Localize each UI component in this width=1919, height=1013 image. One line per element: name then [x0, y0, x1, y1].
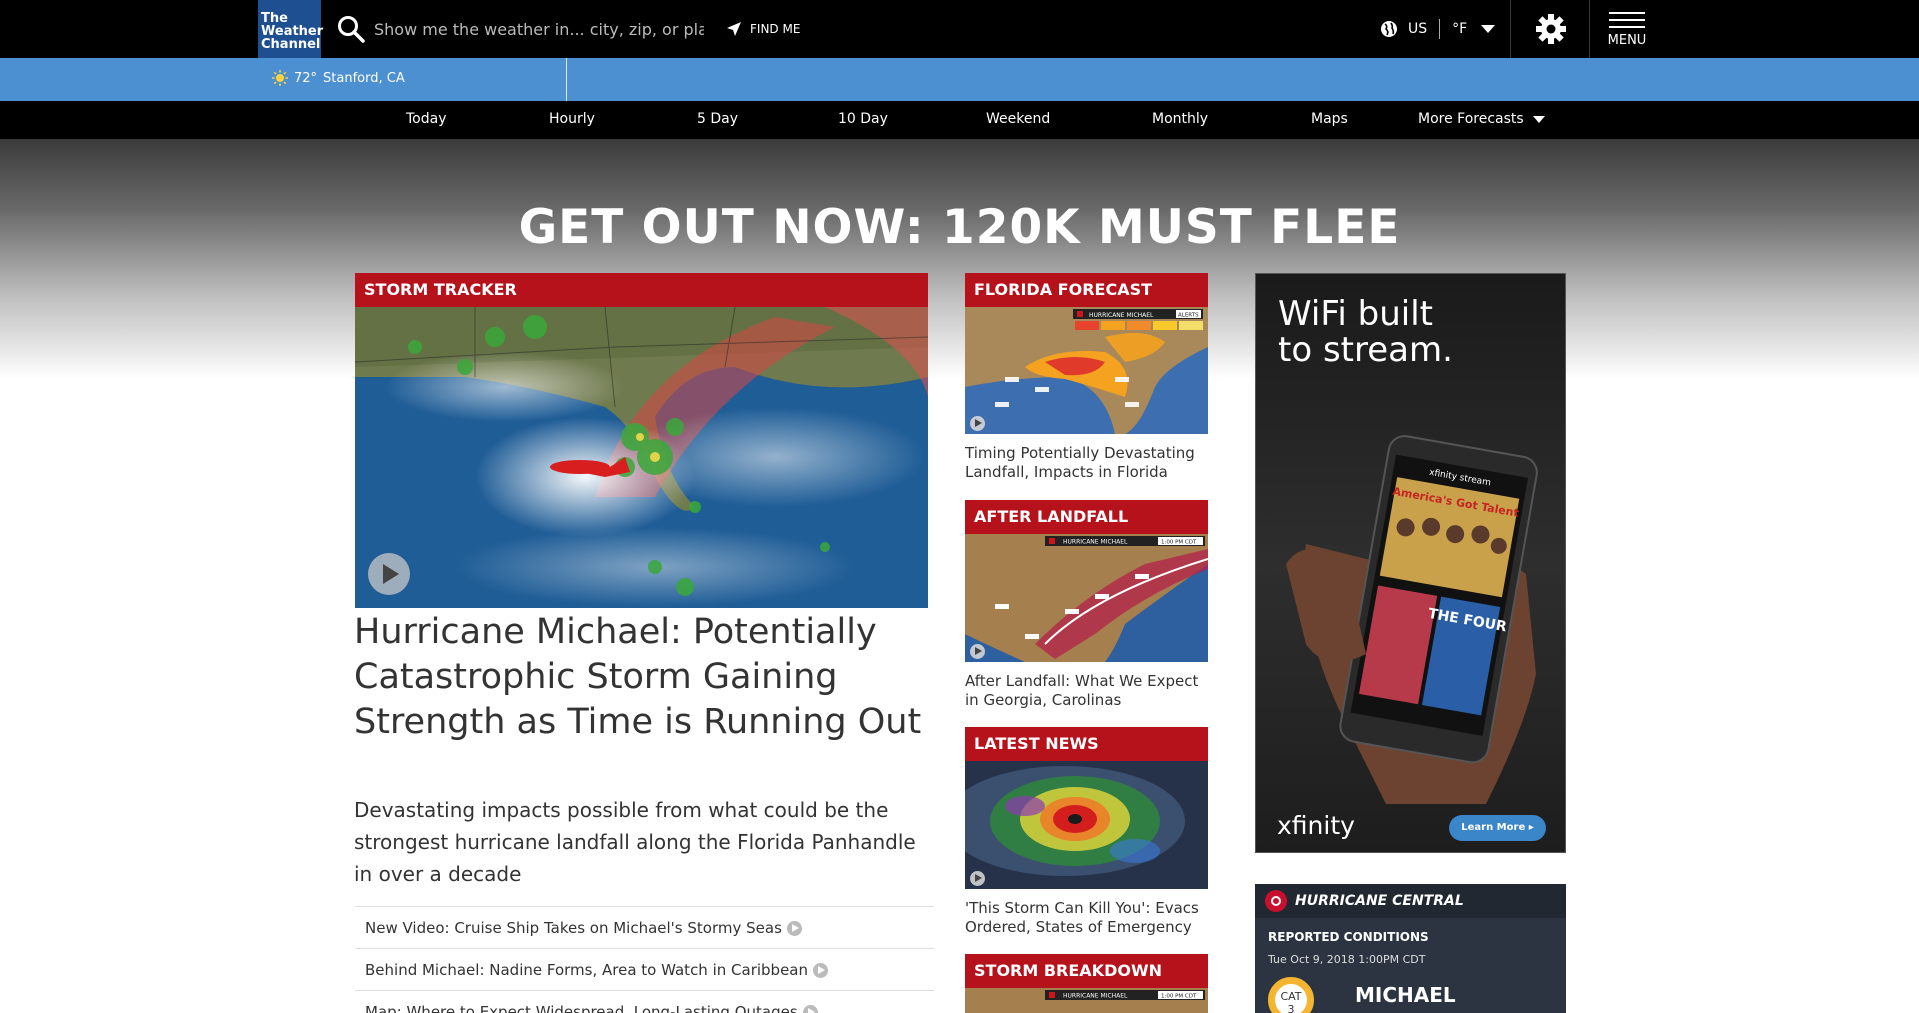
hurricane-icon	[1265, 890, 1287, 912]
main-article-subtitle: Devastating impacts possible from what c…	[354, 798, 916, 886]
nav-10-day[interactable]: 10 Day	[838, 111, 888, 127]
storm-breakdown-label[interactable]: STORM BREAKDOWN	[965, 954, 1208, 988]
storm-name[interactable]: MICHAEL	[1355, 983, 1456, 1007]
nav-hourly[interactable]: Hourly	[549, 111, 595, 127]
nav-more-forecasts[interactable]: More Forecasts	[1418, 111, 1545, 127]
florida-forecast-video[interactable]: HURRICANE MICHAEL ALERTS	[965, 307, 1208, 434]
xfinity-ad[interactable]: WiFi built to stream. xfinity stream Ame…	[1255, 273, 1566, 853]
map-extra: 1:00 PM CDT	[1161, 994, 1197, 1000]
forecast-nav: Today Hourly 5 Day 10 Day Weekend Monthl…	[0, 101, 1919, 139]
play-icon	[786, 921, 802, 936]
related-link[interactable]: Map: Where to Expect Widespread, Long-La…	[355, 990, 934, 1013]
hurricane-radar-image	[965, 761, 1208, 889]
main-article-title[interactable]: Hurricane Michael: Potentially Catastrop…	[354, 610, 934, 745]
nav-monthly[interactable]: Monthly	[1152, 111, 1208, 127]
category-value: 3	[1287, 1003, 1295, 1013]
florida-forecast-caption[interactable]: Timing Potentially Devastating Landfall,…	[965, 444, 1215, 482]
ad-headline: WiFi built to stream.	[1278, 296, 1453, 368]
hurricane-central-widget[interactable]: HURRICANE CENTRAL REPORTED CONDITIONS Tu…	[1255, 884, 1566, 1013]
play-icon	[813, 963, 828, 978]
hurricane-central-title: HURRICANE CENTRAL	[1295, 893, 1464, 909]
menu-button[interactable]: MENU	[1605, 12, 1649, 48]
related-link[interactable]: New Video: Cruise Ship Takes on Michael'…	[355, 906, 934, 948]
ad-headline-line: to stream.	[1278, 330, 1453, 370]
main-headline[interactable]: GET OUT NOW: 120K MUST FLEE	[0, 200, 1919, 255]
map-tag: HURRICANE MICHAEL	[1089, 312, 1154, 319]
current-conditions-bar: 72° Stanford, CA	[0, 58, 1919, 101]
divider	[566, 58, 567, 101]
locale-selector[interactable]: US °F	[1380, 17, 1496, 41]
xfinity-logo: xfinity	[1277, 811, 1355, 840]
learn-more-button[interactable]: Learn More ▸	[1449, 815, 1546, 841]
category-badge: CAT 3	[1268, 977, 1314, 1013]
current-location[interactable]: 72° Stanford, CA	[272, 70, 405, 86]
search-icon[interactable]	[336, 14, 366, 44]
location-arrow-icon	[727, 22, 741, 36]
latest-news-label[interactable]: LATEST NEWS	[965, 727, 1208, 761]
reported-conditions-label: REPORTED CONDITIONS	[1268, 930, 1429, 944]
phone-in-hand-image: xfinity stream America's Got Talent THE …	[1286, 435, 1538, 804]
find-me-label: FIND ME	[750, 22, 801, 36]
related-link-text: New Video: Cruise Ship Takes on Michael'…	[365, 919, 782, 937]
play-icon[interactable]	[970, 644, 985, 659]
top-bar: The Weather Channel FIND ME US °F	[0, 0, 1919, 58]
after-landfall-caption[interactable]: After Landfall: What We Expect in Georgi…	[965, 672, 1215, 710]
find-me-button[interactable]: FIND ME	[726, 18, 800, 40]
category-label: CAT	[1280, 990, 1302, 1003]
nav-maps[interactable]: Maps	[1311, 111, 1348, 127]
region-label: US	[1408, 21, 1428, 37]
nav-today[interactable]: Today	[406, 111, 447, 127]
globe-icon	[1381, 21, 1397, 37]
map-tag: HURRICANE MICHAEL	[1063, 993, 1128, 1000]
sun-icon	[272, 70, 288, 86]
menu-label: MENU	[1607, 33, 1647, 48]
storm-tracker-video[interactable]	[355, 307, 928, 608]
current-temp: 72°	[294, 70, 318, 86]
logo-line: Channel	[261, 37, 321, 52]
search-input[interactable]	[374, 16, 704, 42]
play-icon[interactable]	[970, 871, 985, 886]
hurricane-satellite-map	[355, 307, 928, 608]
current-location-name: Stanford, CA	[323, 70, 405, 86]
separator	[1439, 19, 1441, 39]
nav-5-day[interactable]: 5 Day	[697, 111, 738, 127]
unit-label: °F	[1452, 21, 1468, 37]
map-extra: ALERTS	[1178, 313, 1199, 319]
storm-breakdown-map: HURRICANE MICHAEL 1:00 PM CDT	[965, 988, 1208, 1013]
map-extra: 1:00 PM CDT	[1161, 540, 1197, 546]
chevron-down-icon	[1481, 25, 1496, 33]
ad-headline-line: WiFi built	[1278, 294, 1434, 334]
hero-background	[0, 139, 1919, 379]
reported-time: Tue Oct 9, 2018 1:00PM CDT	[1268, 953, 1426, 966]
related-link-text: Map: Where to Expect Widespread, Long-La…	[365, 1003, 798, 1013]
map-tag: HURRICANE MICHAEL	[1063, 539, 1128, 546]
play-icon	[802, 1005, 818, 1013]
related-link[interactable]: Behind Michael: Nadine Forms, Area to Wa…	[355, 948, 934, 990]
divider	[1510, 0, 1511, 58]
latest-news-video[interactable]	[965, 761, 1208, 889]
nav-more-forecasts-label: More Forecasts	[1418, 111, 1524, 127]
weather-channel-logo[interactable]: The Weather Channel	[258, 0, 323, 58]
hamburger-icon	[1605, 12, 1649, 28]
play-icon[interactable]	[970, 416, 985, 431]
divider	[1589, 0, 1590, 58]
caret-down-icon	[1532, 115, 1545, 123]
florida-alerts-map: HURRICANE MICHAEL ALERTS	[965, 307, 1208, 434]
gear-icon[interactable]	[1535, 13, 1567, 45]
related-link-text: Behind Michael: Nadine Forms, Area to Wa…	[365, 961, 808, 979]
hurricane-central-header[interactable]: HURRICANE CENTRAL	[1255, 884, 1566, 918]
landfall-track-map: HURRICANE MICHAEL 1:00 PM CDT	[965, 534, 1208, 662]
after-landfall-label[interactable]: AFTER LANDFALL	[965, 500, 1208, 534]
nav-weekend[interactable]: Weekend	[986, 111, 1050, 127]
latest-news-caption[interactable]: 'This Storm Can Kill You': Evacs Ordered…	[965, 899, 1215, 937]
storm-breakdown-video[interactable]: HURRICANE MICHAEL 1:00 PM CDT	[965, 988, 1208, 1013]
play-icon[interactable]	[368, 553, 410, 595]
after-landfall-video[interactable]: HURRICANE MICHAEL 1:00 PM CDT	[965, 534, 1208, 662]
florida-forecast-label[interactable]: FLORIDA FORECAST	[965, 273, 1208, 307]
storm-tracker-label[interactable]: STORM TRACKER	[355, 273, 928, 307]
